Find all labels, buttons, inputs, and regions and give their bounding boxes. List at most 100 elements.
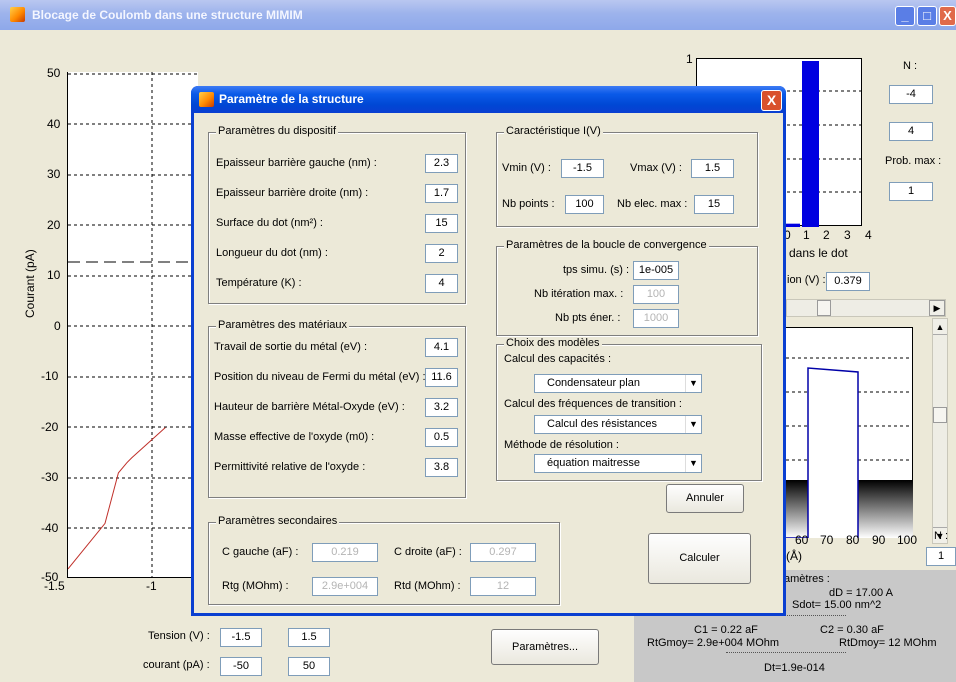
slider-right-arrow-icon[interactable]: ▶ [929, 300, 945, 316]
dialog-body: Paramètres du dispositif Epaisseur barri… [194, 113, 783, 613]
temperature-label: Température (K) : [216, 277, 302, 289]
calcul-frequences-value: Calcul des résistances [547, 418, 658, 430]
permittivite-label: Permittivité relative de l'oxyde : [214, 461, 366, 473]
iv-curve [68, 427, 166, 570]
tps-simu-field[interactable]: 1e-005 [633, 261, 679, 280]
chevron-down-icon[interactable]: ▼ [685, 455, 701, 472]
main-window-title: Blocage de Coulomb dans une structure MI… [32, 8, 303, 22]
close-button[interactable]: X [939, 6, 956, 26]
temperature-field[interactable]: 4 [425, 274, 458, 293]
hauteur-barriere-label: Hauteur de barrière Métal-Oxyde (eV) : [214, 401, 405, 413]
surface-dot-label: Surface du dot (nm²) : [216, 217, 323, 229]
dialog-close-button[interactable]: X [761, 90, 782, 111]
iv-y-axis [67, 72, 68, 578]
tension-field[interactable]: 0.379 [826, 272, 870, 291]
y-tick-label: -30 [41, 470, 59, 484]
y-tick-label: 10 [47, 268, 61, 282]
prob-max-label: Prob. max : [885, 155, 942, 167]
maximize-button[interactable]: □ [917, 6, 937, 26]
hist-x-tick: 2 [823, 228, 830, 242]
tension-min-field[interactable]: -1.5 [220, 628, 262, 647]
masse-effective-label: Masse effective de l'oxyde (m0) : [214, 431, 375, 443]
hauteur-barriere-field[interactable]: 3.2 [425, 398, 458, 417]
niveau-fermi-field[interactable]: 11.6 [425, 368, 458, 387]
info-dd: dD = 17.00 A [829, 587, 893, 599]
nb-iteration-field[interactable]: 100 [633, 285, 679, 304]
x-tick-label: -1.5 [44, 579, 65, 593]
rtd-field[interactable]: 12 [470, 577, 536, 596]
y-tick-label: 50 [47, 66, 61, 80]
n-bottom-label: N : [934, 530, 949, 542]
hist-y-top-label: 1 [686, 52, 693, 66]
tps-simu-label: tps simu. (s) : [563, 264, 630, 276]
group-caracteristique-title: Caractéristique I(V) [504, 125, 603, 137]
vmin-label: Vmin (V) : [502, 162, 551, 174]
epaisseur-droite-label: Epaisseur barrière droite (nm) : [216, 187, 369, 199]
surface-dot-field[interactable]: 15 [425, 214, 458, 233]
calcul-frequences-select[interactable]: Calcul des résistances ▼ [534, 415, 702, 434]
minimize-button[interactable]: _ [895, 6, 915, 26]
energy-x-tick: 60 [795, 533, 809, 547]
rtg-field[interactable]: 2.9e+004 [312, 577, 378, 596]
group-secondaires-title: Paramètres secondaires [216, 515, 340, 527]
courant-min-field[interactable]: -50 [220, 657, 262, 676]
nb-pts-ener-field[interactable]: 1000 [633, 309, 679, 328]
travail-sortie-field[interactable]: 4.1 [425, 338, 458, 357]
calcul-capacites-select[interactable]: Condensateur plan ▼ [534, 374, 702, 393]
courant-max-field[interactable]: 50 [288, 657, 330, 676]
group-modeles-title: Choix des modèles [504, 337, 602, 349]
prob-max-field[interactable]: 1 [889, 182, 933, 201]
slider-thumb[interactable] [817, 300, 831, 316]
courant-label: courant (pA) : [143, 659, 210, 671]
main-titlebar: Blocage de Coulomb dans une structure MI… [0, 0, 956, 30]
n-bottom-field[interactable]: 1 [926, 547, 956, 566]
methode-resolution-label: Méthode de résolution : [504, 439, 619, 451]
masse-effective-field[interactable]: 0.5 [425, 428, 458, 447]
info-c1: C1 = 0.22 aF [694, 624, 758, 636]
hist-bar [802, 61, 819, 227]
vmin-field[interactable]: -1.5 [561, 159, 604, 178]
epaisseur-droite-field[interactable]: 1.7 [425, 184, 458, 203]
nb-pts-ener-label: Nb pts éner. : [555, 312, 621, 324]
tension-max-field[interactable]: 1.5 [288, 628, 330, 647]
calcul-capacites-label: Calcul des capacités : [504, 353, 611, 365]
y-tick-label: 20 [47, 218, 61, 232]
hist-x-tick: 4 [865, 228, 872, 242]
calculer-button[interactable]: Calculer [648, 533, 751, 584]
tension-slider[interactable]: ▶ [786, 299, 946, 317]
nb-points-field[interactable]: 100 [565, 195, 604, 214]
scroll-up-icon[interactable]: ▲ [933, 319, 947, 335]
longueur-dot-field[interactable]: 2 [425, 244, 458, 263]
dialog-app-icon [199, 92, 214, 107]
info-rtg: RtGmoy= 2.9e+004 MOhm [647, 637, 780, 649]
parametre-dialog: Paramètre de la structure X Paramètres d… [191, 86, 786, 616]
rtg-label: Rtg (MOhm) : [222, 580, 289, 592]
chevron-down-icon[interactable]: ▼ [685, 416, 701, 433]
parametres-button[interactable]: Paramètres... [491, 629, 599, 665]
app-icon [10, 7, 25, 22]
scroll-thumb[interactable] [933, 407, 947, 423]
epaisseur-gauche-field[interactable]: 2.3 [425, 154, 458, 173]
y-tick-label: 40 [47, 117, 61, 131]
annuler-button[interactable]: Annuler [666, 484, 744, 513]
c-gauche-label: C gauche (aF) : [222, 546, 299, 558]
c-droite-field[interactable]: 0.297 [470, 543, 536, 562]
c-gauche-field[interactable]: 0.219 [312, 543, 378, 562]
calcul-frequences-label: Calcul des fréquences de transition : [504, 398, 682, 410]
nb-points-label: Nb points : [502, 198, 555, 210]
methode-resolution-select[interactable]: équation maitresse ▼ [534, 454, 702, 473]
chevron-down-icon[interactable]: ▼ [685, 375, 701, 392]
n-min-field[interactable]: -4 [889, 85, 933, 104]
energy-vertical-scrollbar[interactable]: ▲ ▼ [932, 318, 948, 544]
n-max-field[interactable]: 4 [889, 122, 933, 141]
vmax-field[interactable]: 1.5 [691, 159, 734, 178]
y-tick-label: 0 [54, 319, 61, 333]
dialog-title: Paramètre de la structure [219, 92, 364, 106]
tension-partial-label: ion (V) : [787, 274, 826, 286]
group-dispositif-title: Paramètres du dispositif [216, 125, 338, 137]
dialog-titlebar: Paramètre de la structure X [191, 86, 786, 113]
permittivite-field[interactable]: 3.8 [425, 458, 458, 477]
niveau-fermi-label: Position du niveau de Fermi du métal (eV… [214, 371, 426, 383]
nb-elec-max-field[interactable]: 15 [694, 195, 734, 214]
travail-sortie-label: Travail de sortie du métal (eV) : [214, 341, 368, 353]
